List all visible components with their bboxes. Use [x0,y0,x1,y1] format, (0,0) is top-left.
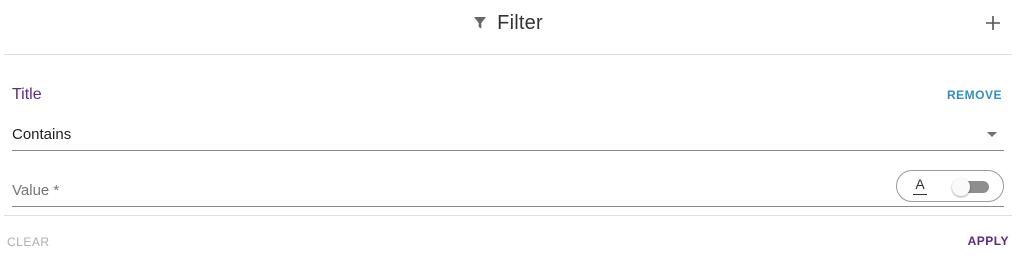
filter-icon [473,16,487,30]
filter-title-text: Filter [497,11,543,34]
remove-button[interactable]: REMOVE [947,88,1002,102]
operator-select[interactable]: Contains [12,118,1004,151]
value-input[interactable] [12,179,872,201]
operator-value: Contains [12,126,72,143]
footer-divider [4,215,1012,216]
filter-header: Filter [4,0,1012,55]
switch-track [952,178,989,196]
value-field: A [12,170,1004,207]
clear-button[interactable]: CLEAR [7,235,50,249]
switch-thumb [952,178,970,196]
field-label: Title [12,86,42,103]
add-filter-button[interactable] [984,12,1002,34]
case-sensitive-toggle[interactable]: A [896,170,1004,202]
plus-icon [986,16,1000,30]
text-case-icon: A [913,177,927,195]
filter-panel: Filter Title REMOVE Contains A CLEAR APP… [0,0,1019,258]
apply-button[interactable]: APPLY [968,234,1009,248]
chevron-down-icon [987,132,997,137]
filter-title: Filter [4,10,1012,36]
